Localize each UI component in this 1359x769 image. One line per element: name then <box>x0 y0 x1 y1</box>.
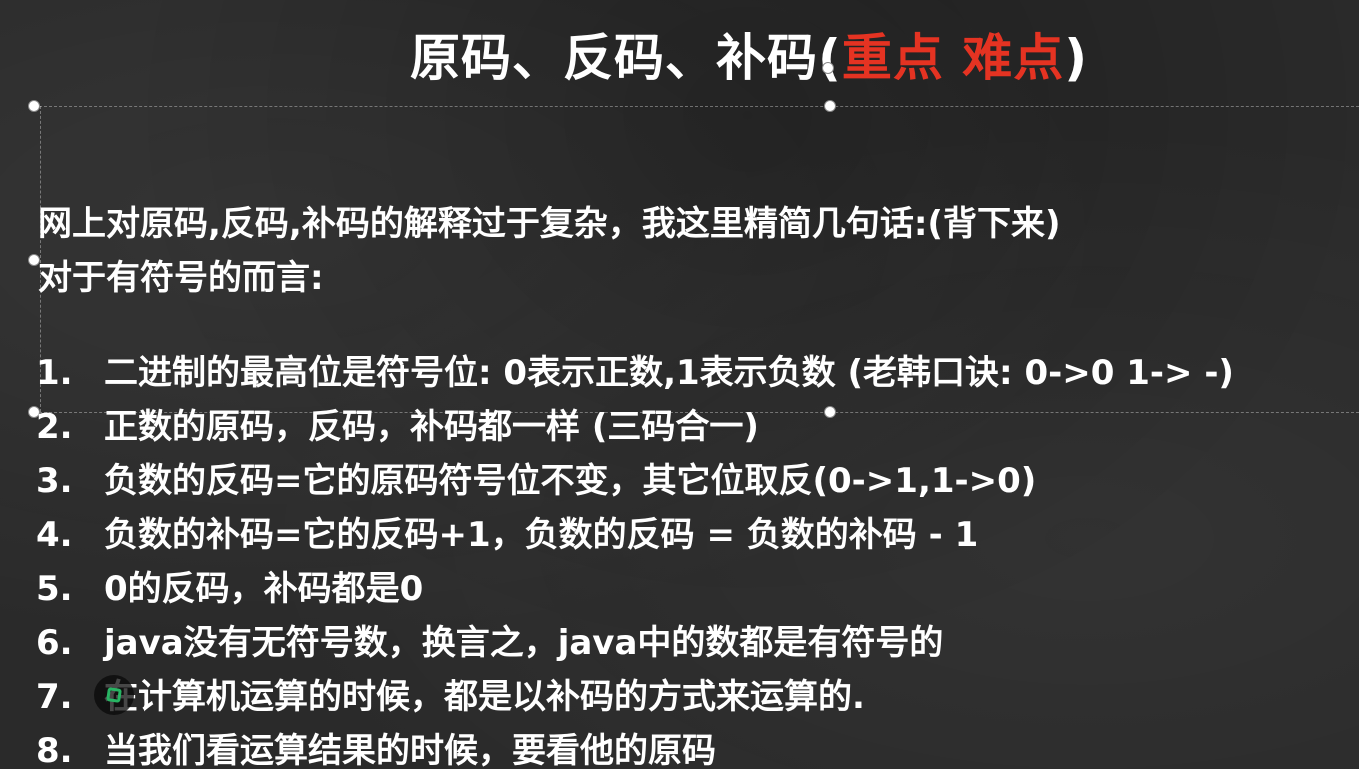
list-item: 7. 在计算机运算的时候，都是以补码的方式来运算的. <box>36 670 1234 724</box>
list-item-text: 负数的反码=它的原码符号位不变，其它位取反(0->1,1->0) <box>104 461 1037 501</box>
resize-handle-top-center[interactable] <box>824 100 836 112</box>
list-item-text: 负数的补码=它的反码+1，负数的反码 = 负数的补码 - 1 <box>104 515 979 555</box>
list-item: 6. java没有无符号数，换言之，java中的数都是有符号的 <box>36 616 1234 670</box>
list-item-number: 3. <box>36 461 73 501</box>
list-item-number: 6. <box>36 623 73 663</box>
intro-text: 网上对原码,反码,补码的解释过于复杂，我这里精简几句话:(背下来) <box>38 204 1061 244</box>
list-item-text: 在计算机运算的时候，都是以补码的方式来运算的. <box>104 677 865 717</box>
list-item-number: 4. <box>36 515 73 555</box>
title-close: ) <box>1064 29 1089 87</box>
list-item: 2. 正数的原码，反码，补码都一样 (三码合一) <box>36 400 1234 454</box>
rules-list: 1. 二进制的最高位是符号位: 0表示正数,1表示负数 (老韩口诀: 0->0 1… <box>36 346 1234 769</box>
list-item-number: 1. <box>36 353 73 393</box>
list-item-text: 当我们看运算结果的时候，要看他的原码 <box>104 731 716 769</box>
slide-canvas: 原码、反码、补码(重点 难点) 网上对原码,反码,补码的解释过于复杂，我这里精简… <box>0 0 1359 769</box>
title-accent: 重点 难点 <box>841 29 1065 87</box>
list-item: 5. 0的反码，补码都是0 <box>36 562 1234 616</box>
list-item-number: 8. <box>36 731 73 769</box>
list-item-number: 5. <box>36 569 73 609</box>
rotate-handle[interactable] <box>822 62 834 74</box>
resize-handle-top-left[interactable] <box>28 100 40 112</box>
list-item-text: java没有无符号数，换言之，java中的数都是有符号的 <box>104 623 944 663</box>
list-item: 1. 二进制的最高位是符号位: 0表示正数,1表示负数 (老韩口诀: 0->0 1… <box>36 346 1234 400</box>
subtitle-text: 对于有符号的而言: <box>38 258 324 298</box>
list-item-text: 0的反码，补码都是0 <box>104 569 424 609</box>
title-main: 原码、反码、补码( <box>410 29 842 87</box>
cursor-highlight-icon <box>94 675 134 715</box>
slide-title[interactable]: 原码、反码、补码(重点 难点) <box>410 18 1088 90</box>
cursor-mark <box>106 687 122 703</box>
list-item-number: 2. <box>36 407 73 447</box>
list-item: 4. 负数的补码=它的反码+1，负数的反码 = 负数的补码 - 1 <box>36 508 1234 562</box>
list-item-text: 正数的原码，反码，补码都一样 (三码合一) <box>104 407 759 447</box>
selection-top-border <box>34 106 1359 107</box>
list-item-text: 二进制的最高位是符号位: 0表示正数,1表示负数 (老韩口诀: 0->0 1->… <box>104 353 1234 393</box>
list-item: 3. 负数的反码=它的原码符号位不变，其它位取反(0->1,1->0) <box>36 454 1234 508</box>
list-item: 8. 当我们看运算结果的时候，要看他的原码 <box>36 724 1234 769</box>
